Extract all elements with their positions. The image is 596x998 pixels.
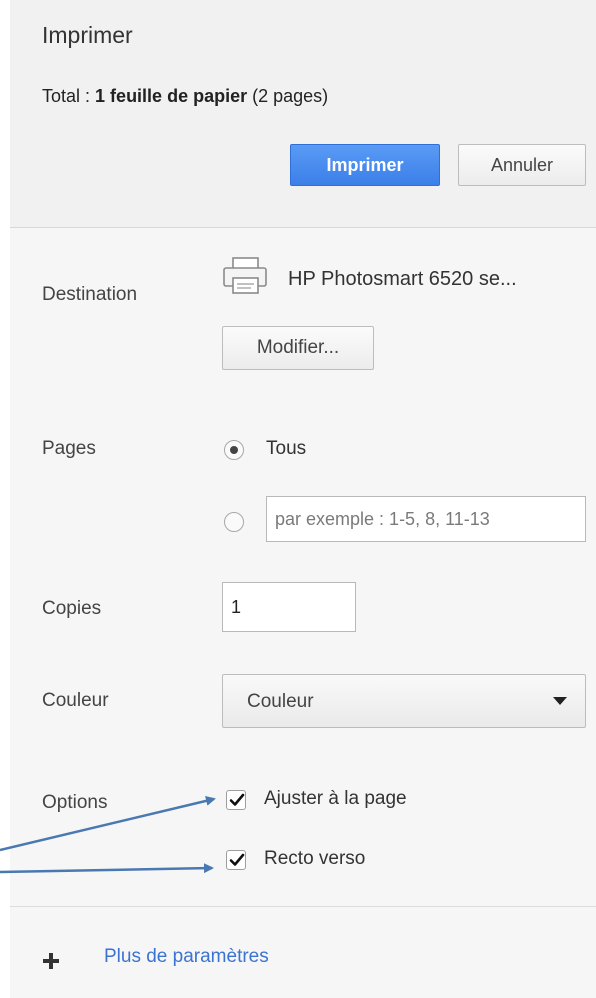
pages-all-radio[interactable] [224,440,244,460]
color-select-value: Couleur [247,691,314,712]
copies-input[interactable] [222,582,356,632]
total-pages: (2 pages) [252,86,329,106]
pages-label: Pages [42,438,96,459]
total-prefix: Total : [42,86,91,106]
print-dialog: Imprimer Total : 1 feuille de papier (2 … [0,0,596,998]
copies-label: Copies [42,598,102,619]
color-label: Couleur [42,690,109,711]
more-settings-link[interactable]: Plus de paramètres [104,946,269,968]
cancel-button[interactable]: Annuler [458,144,586,186]
destination-printer-name: HP Photosmart 6520 se... [288,268,517,290]
checkmark-icon [229,793,245,806]
plus-icon[interactable] [42,952,60,970]
color-select[interactable]: Couleur [222,674,586,728]
footer-divider [10,906,596,907]
pages-all-label: Tous [266,438,307,459]
two-sided-checkbox[interactable] [226,850,246,870]
checkmark-icon [229,853,245,866]
page-total: Total : 1 feuille de papier (2 pages) [42,86,328,107]
chevron-down-icon [553,697,567,705]
fit-to-page-checkbox[interactable] [226,790,246,810]
print-button[interactable]: Imprimer [290,144,440,186]
options-label: Options [42,792,108,813]
fit-to-page-label: Ajuster à la page [264,788,407,809]
two-sided-label: Recto verso [264,848,366,869]
dialog-title: Imprimer [42,22,133,48]
pages-range-input[interactable] [266,496,586,542]
change-destination-button[interactable]: Modifier... [222,326,374,370]
printer-icon [223,257,267,294]
destination-label: Destination [42,284,138,305]
pages-range-radio[interactable] [224,512,244,532]
total-sheets: 1 feuille de papier [95,86,248,106]
